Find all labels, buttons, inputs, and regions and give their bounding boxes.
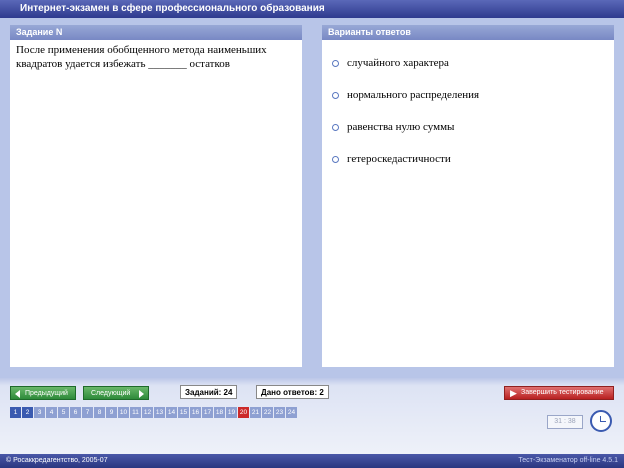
page-number[interactable]: 2	[22, 407, 33, 418]
answer-option-4[interactable]: гетероскедастичности	[332, 152, 451, 166]
page-number[interactable]: 6	[70, 407, 81, 418]
page-number[interactable]: 18	[214, 407, 225, 418]
page-number[interactable]: 9	[106, 407, 117, 418]
prev-button-label: Предыдущий	[25, 390, 68, 397]
clock-icon	[590, 410, 612, 432]
radio-button[interactable]	[332, 59, 339, 67]
page-number[interactable]: 15	[178, 407, 189, 418]
answers-panel: Варианты ответов случайного характера но…	[322, 25, 614, 367]
status-bar: © Росаккредагентство, 2005-07 Тест-Экзам…	[0, 454, 624, 468]
next-button[interactable]: Следующий	[83, 386, 149, 400]
page-number[interactable]: 10	[118, 407, 129, 418]
page-number[interactable]: 17	[202, 407, 213, 418]
answers-header: Варианты ответов	[322, 25, 614, 40]
page-number[interactable]: 3	[34, 407, 45, 418]
page-number[interactable]: 1	[10, 407, 21, 418]
page-number[interactable]: 7	[82, 407, 93, 418]
radio-button[interactable]	[332, 155, 339, 163]
page-number[interactable]: 13	[154, 407, 165, 418]
question-text: После применения обобщенного метода наим…	[16, 44, 267, 70]
answer-option-label: случайного характера	[347, 57, 449, 69]
next-button-label: Следующий	[91, 390, 131, 397]
page-number[interactable]: 19	[226, 407, 237, 418]
timer-display: 31 : 38	[547, 415, 583, 429]
page-number[interactable]: 24	[286, 407, 297, 418]
answer-option-1[interactable]: случайного характера	[332, 56, 449, 70]
version-text: Тест-Экзаменатор off-line 4.5.1	[518, 457, 618, 464]
answer-option-label: равенства нулю суммы	[347, 121, 455, 133]
page-number[interactable]: 12	[142, 407, 153, 418]
task-header: Задание N	[10, 25, 302, 40]
page-number[interactable]: 11	[130, 407, 141, 418]
page-number[interactable]: 22	[262, 407, 273, 418]
answer-option-2[interactable]: нормального распределения	[332, 88, 479, 102]
page-navigator: 1 2 3 4 5 6 7 8 9 10 11 12 13 14 15 16 1…	[10, 407, 298, 418]
arrow-left-icon	[15, 390, 20, 398]
tasks-count: Заданий: 24	[180, 385, 238, 399]
page-number[interactable]: 23	[274, 407, 285, 418]
prev-button[interactable]: Предыдущий	[10, 386, 76, 400]
finish-test-button[interactable]: ▶ Завершить тестирование	[504, 386, 614, 400]
radio-button[interactable]	[332, 91, 339, 99]
arrow-right-icon	[139, 390, 144, 398]
copyright-text: © Росаккредагентство, 2005-07	[6, 457, 108, 464]
page-number[interactable]: 14	[166, 407, 177, 418]
answer-option-3[interactable]: равенства нулю суммы	[332, 120, 454, 134]
page-number[interactable]: 4	[46, 407, 57, 418]
answer-option-label: гетероскедастичности	[347, 153, 451, 165]
page-number[interactable]: 16	[190, 407, 201, 418]
runner-icon: ▶	[510, 388, 517, 398]
page-number-current[interactable]: 20	[238, 407, 249, 418]
page-number[interactable]: 21	[250, 407, 261, 418]
radio-button[interactable]	[332, 123, 339, 131]
answered-count: Дано ответов: 2	[256, 385, 329, 399]
answer-option-label: нормального распределения	[347, 89, 480, 101]
page-number[interactable]: 5	[58, 407, 69, 418]
page-number[interactable]: 8	[94, 407, 105, 418]
window-title: Интернет-экзамен в сфере профессионально…	[0, 0, 624, 18]
task-panel: Задание N После применения обобщенного м…	[10, 25, 302, 367]
finish-test-label: Завершить тестирование	[521, 389, 604, 396]
